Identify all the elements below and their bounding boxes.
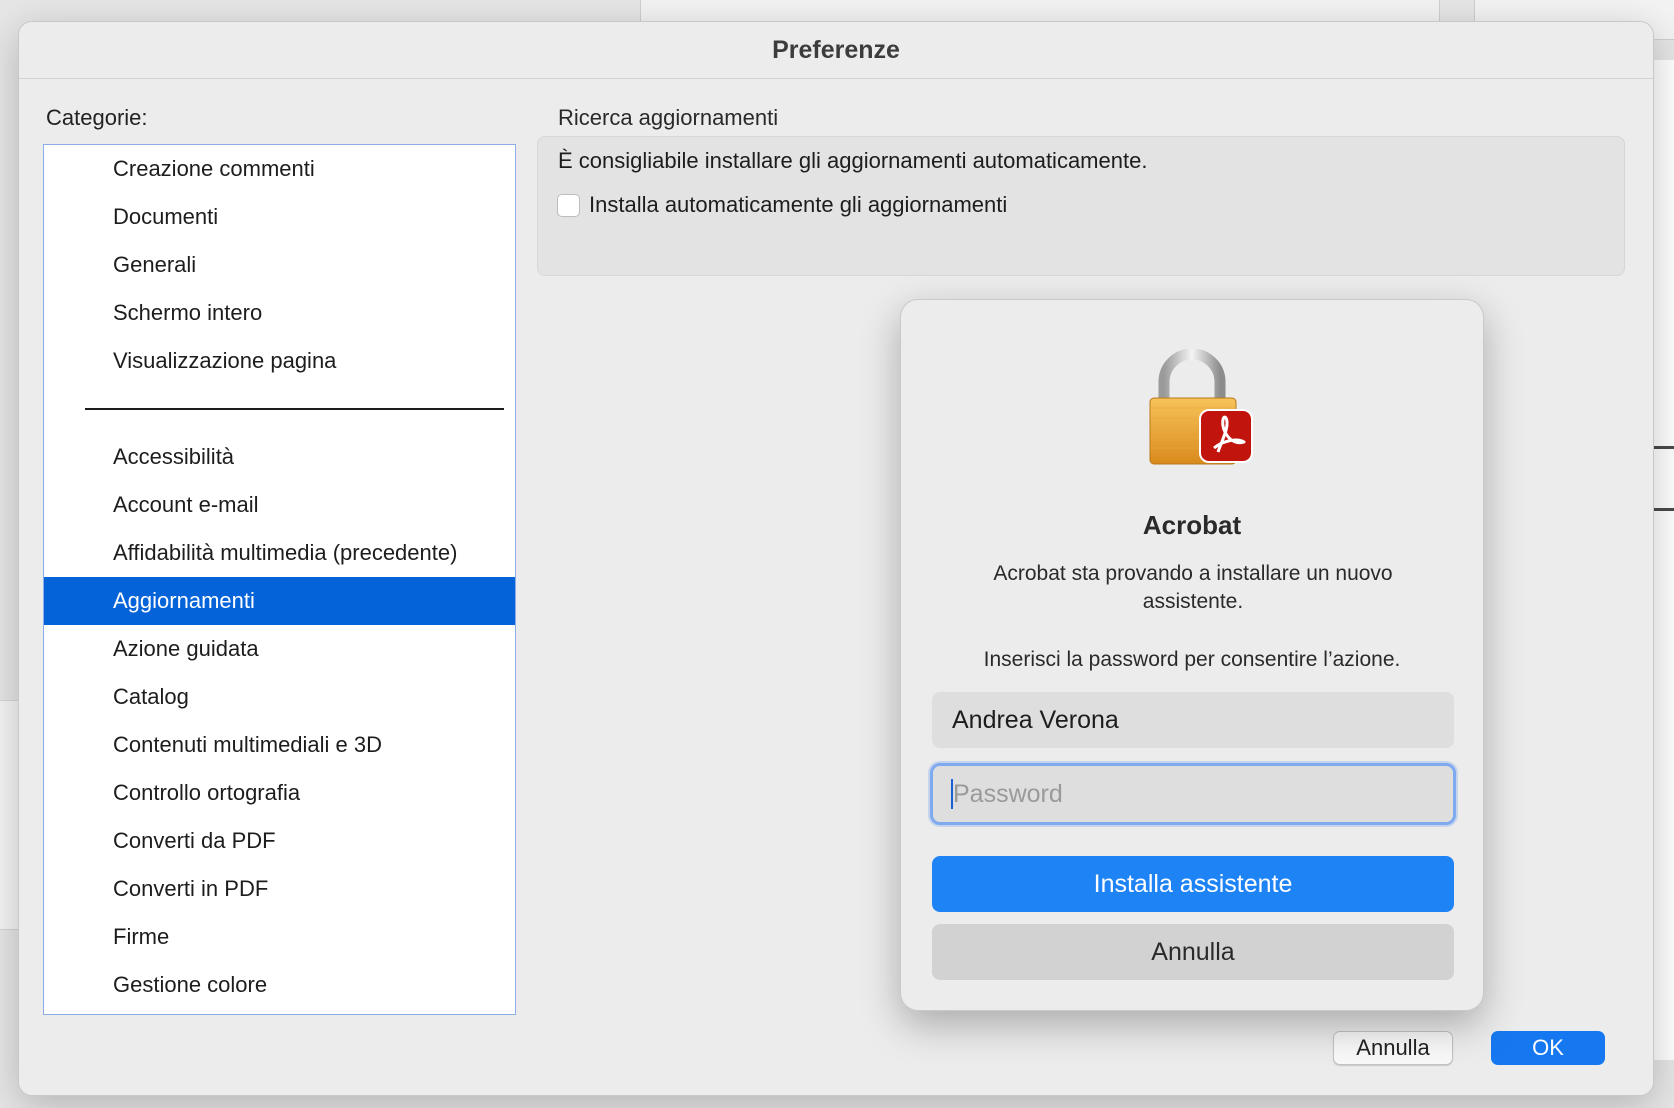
auth-cancel-button[interactable]: Annulla <box>932 924 1454 980</box>
category-item[interactable]: Affidabilità multimedia (precedente) <box>44 529 515 577</box>
auth-dialog-title: Acrobat <box>1142 510 1242 540</box>
category-item[interactable]: Generali <box>44 241 515 289</box>
username-field[interactable]: Andrea Verona <box>932 692 1454 748</box>
categories-label: Categorie: <box>46 105 148 130</box>
window-title: Preferenze <box>19 22 1653 79</box>
category-item[interactable]: Controllo ortografia <box>44 769 515 817</box>
category-item[interactable]: Firme <box>44 913 515 961</box>
category-item[interactable]: Converti in PDF <box>44 865 515 913</box>
password-field[interactable]: Password <box>930 763 1456 825</box>
auto-install-label[interactable]: Installa automaticamente gli aggiornamen… <box>589 192 1007 218</box>
category-separator <box>85 408 504 410</box>
category-item[interactable]: Converti da PDF <box>44 817 515 865</box>
install-helper-button[interactable]: Installa assistente <box>932 856 1454 912</box>
category-item[interactable]: Accessibilità <box>44 433 515 481</box>
categories-list[interactable]: Creazione commenti Documenti Generali Sc… <box>43 144 516 1015</box>
category-item[interactable]: Creazione commenti <box>44 145 515 193</box>
category-item[interactable]: Contenuti multimediali e 3D <box>44 721 515 769</box>
category-item[interactable]: Catalog <box>44 673 515 721</box>
category-item[interactable]: Visualizzazione pagina <box>44 337 515 385</box>
category-item[interactable]: Account e-mail <box>44 481 515 529</box>
category-item[interactable]: Documenti <box>44 193 515 241</box>
lock-acrobat-icon <box>1149 348 1253 465</box>
category-item-selected[interactable]: Aggiornamenti <box>44 577 515 625</box>
category-item[interactable]: Azione guidata <box>44 625 515 673</box>
ok-button[interactable]: OK <box>1491 1031 1605 1065</box>
auth-dialog-message: Acrobat sta provando a installare un nuo… <box>993 562 1393 613</box>
category-item[interactable]: Gestione colore <box>44 961 515 1009</box>
cancel-button[interactable]: Annulla <box>1333 1031 1453 1065</box>
auto-install-checkbox[interactable] <box>557 194 580 217</box>
auth-dialog-hint: Inserisci la password per consentire l’a… <box>983 648 1401 671</box>
category-item[interactable]: Schermo intero <box>44 289 515 337</box>
updates-recommendation: È consigliabile installare gli aggiornam… <box>558 148 1148 173</box>
password-placeholder: Password <box>953 779 1063 808</box>
updates-section-title: Ricerca aggiornamenti <box>558 105 779 130</box>
auth-dialog: Acrobat Acrobat sta provando a installar… <box>900 299 1484 1011</box>
